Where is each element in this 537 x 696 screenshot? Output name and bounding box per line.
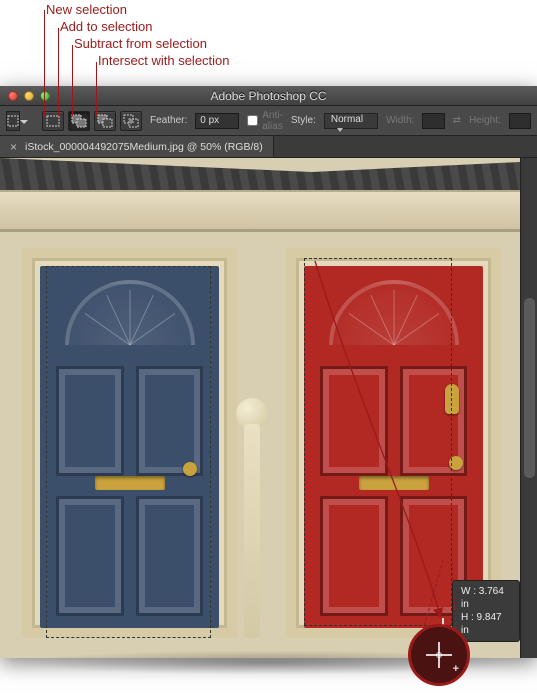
anti-alias-checkbox-input[interactable] <box>247 115 258 126</box>
titlebar: Adobe Photoshop CC <box>0 86 537 106</box>
document-tab-bar: × iStock_000004492075Medium.jpg @ 50% (R… <box>0 136 537 158</box>
app-window: Adobe Photoshop CC <box>0 86 537 658</box>
intersect-with-selection-icon <box>123 114 139 128</box>
height-input <box>509 113 531 129</box>
options-bar: Feather: Anti-alias Style: Normal Width:… <box>0 106 537 136</box>
style-label: Style: <box>291 115 316 126</box>
document-canvas[interactable]: W : 3.764 in H : 9.847 in + <box>0 158 520 658</box>
selection-marquee-left <box>46 266 211 638</box>
close-window-button[interactable] <box>8 91 18 101</box>
cursor-zoom-callout: + <box>408 624 470 686</box>
new-selection-button[interactable] <box>42 111 64 131</box>
anti-alias-checkbox[interactable]: Anti-alias <box>247 110 283 132</box>
selection-mode-group <box>42 111 142 131</box>
width-input <box>422 113 444 129</box>
vertical-scrollbar[interactable] <box>520 158 537 658</box>
close-tab-icon[interactable]: × <box>10 141 17 153</box>
document-tab-label: iStock_000004492075Medium.jpg @ 50% (RGB… <box>25 141 263 153</box>
canvas-area: W : 3.764 in H : 9.847 in + <box>0 158 537 658</box>
add-to-selection-button[interactable] <box>68 111 90 131</box>
new-selection-icon <box>45 114 61 128</box>
measurement-height: H : 9.847 in <box>461 611 511 637</box>
selection-marquee-right <box>304 258 452 626</box>
zoom-window-button[interactable] <box>40 91 50 101</box>
style-select[interactable]: Normal <box>324 113 378 129</box>
annotation-new-selection: New selection <box>46 2 127 17</box>
style-select-value: Normal <box>331 114 363 125</box>
intersect-with-selection-button[interactable] <box>120 111 142 131</box>
add-to-selection-icon <box>71 114 87 128</box>
minimize-window-button[interactable] <box>24 91 34 101</box>
subtract-from-selection-button[interactable] <box>94 111 116 131</box>
figure-annotations: New selection Add to selection Subtract … <box>0 0 537 86</box>
image-handrail <box>230 398 274 638</box>
document-tab[interactable]: × iStock_000004492075Medium.jpg @ 50% (R… <box>0 136 274 157</box>
measurement-width: W : 3.764 in <box>461 585 511 611</box>
annotation-intersect-with-selection: Intersect with selection <box>98 53 230 68</box>
image-fascia <box>0 190 520 232</box>
annotation-add-to-selection: Add to selection <box>60 19 153 34</box>
annotation-subtract-from-selection: Subtract from selection <box>74 36 207 51</box>
measurement-tooltip: W : 3.764 in H : 9.847 in <box>452 580 520 642</box>
feather-input[interactable] <box>195 113 239 129</box>
subtract-from-selection-icon <box>97 114 113 128</box>
width-label: Width: <box>386 115 414 126</box>
rectangular-marquee-icon <box>7 115 19 127</box>
tool-preset-picker[interactable] <box>6 111 20 131</box>
feather-label: Feather: <box>150 115 187 126</box>
height-label: Height: <box>469 115 501 126</box>
anti-alias-label: Anti-alias <box>262 110 283 132</box>
window-controls <box>0 91 50 101</box>
app-title: Adobe Photoshop CC <box>210 89 326 103</box>
vertical-scrollbar-thumb[interactable] <box>524 298 535 478</box>
swap-dimensions-icon: ⇄ <box>453 115 461 126</box>
